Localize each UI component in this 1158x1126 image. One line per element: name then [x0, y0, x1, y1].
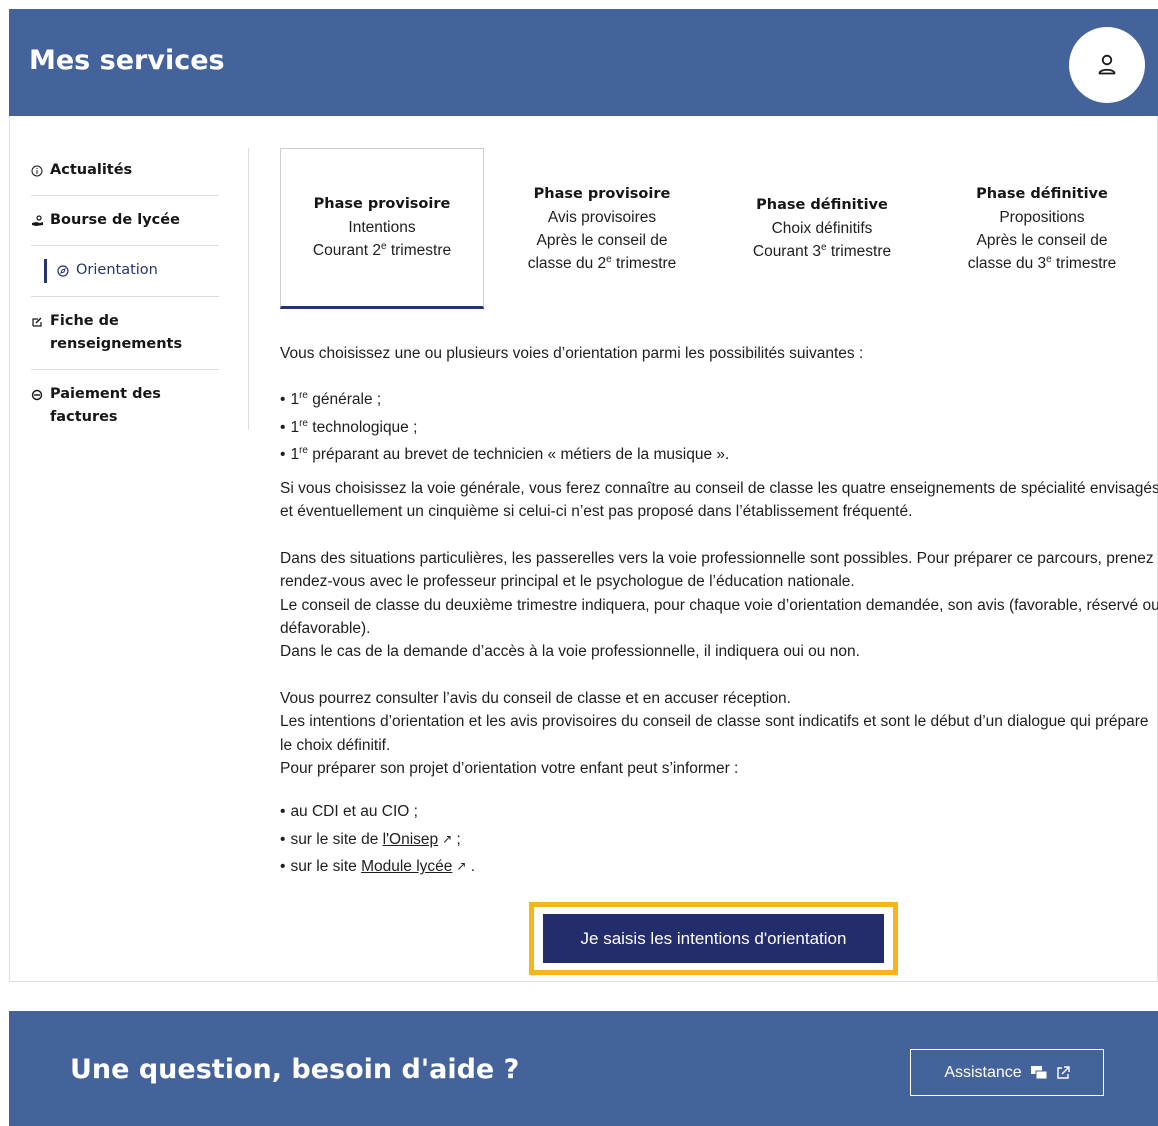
- support-icon: [1030, 1065, 1048, 1079]
- hand-coins-icon: [31, 209, 44, 232]
- sidebar-divider: [248, 148, 249, 430]
- tab-title: Phase définitive: [976, 185, 1108, 202]
- paragraph: Les intentions d’orientation et les avis…: [280, 713, 1149, 754]
- sidebar-item-actualites[interactable]: Actualités: [31, 146, 219, 196]
- list-item: au CDI et au CIO ;: [280, 798, 1158, 826]
- module-lycee-link[interactable]: Module lycée ↗: [361, 858, 466, 875]
- tab-subtitle: Avis provisoires: [547, 208, 657, 226]
- phase-tabs: Phase provisoire Intentions Courant 2e t…: [280, 148, 1158, 309]
- options-list: 1re générale ; 1re technologique ; 1re p…: [280, 386, 1158, 469]
- tab-period: Après le conseil de classe du 2e trimest…: [527, 231, 677, 272]
- tab-propositions[interactable]: Phase définitive Propositions Après le c…: [940, 148, 1144, 309]
- help-title: Une question, besoin d'aide ?: [70, 1054, 520, 1085]
- intro-text: Vous choisissez une ou plusieurs voies d…: [280, 345, 864, 362]
- external-link-icon: ↗: [442, 831, 453, 846]
- sidebar-item-paiement[interactable]: Paiement des factures: [31, 370, 219, 442]
- onisep-link[interactable]: l'Onisep ↗: [383, 831, 453, 848]
- tab-title: Phase définitive: [756, 197, 888, 213]
- orientation-content: Vous choisissez une ou plusieurs voies d…: [280, 342, 1158, 881]
- tab-title: Phase provisoire: [533, 185, 671, 202]
- help-footer: Une question, besoin d'aide ? Assistance: [9, 1011, 1158, 1126]
- tab-period: Après le conseil de classe du 3e trimest…: [967, 231, 1117, 272]
- sidebar-item-orientation[interactable]: Orientation: [31, 246, 219, 297]
- sidebar-item-label: Actualités: [50, 162, 133, 178]
- list-item: sur le site Module lycée↗ .: [280, 853, 1158, 881]
- tab-choix-definitifs[interactable]: Phase définitive Choix définitifs Couran…: [720, 148, 924, 309]
- submit-intentions-button[interactable]: Je saisis les intentions d'orientation: [543, 914, 884, 963]
- tab-intentions[interactable]: Phase provisoire Intentions Courant 2e t…: [280, 148, 484, 309]
- list-item: 1re préparant au brevet de technicien « …: [280, 441, 1158, 469]
- payment-icon: [31, 383, 44, 406]
- tab-period: Courant 3e trimestre: [752, 241, 892, 260]
- list-item: 1re technologique ;: [280, 414, 1158, 442]
- tab-subtitle: Intentions: [348, 219, 416, 236]
- tab-subtitle: Choix définitifs: [771, 220, 873, 237]
- paragraph: Si vous choisissez la voie générale, vou…: [280, 479, 1158, 521]
- sidebar-item-label: Fiche de renseignements: [50, 313, 183, 352]
- assistance-label: Assistance: [944, 1063, 1022, 1081]
- site-header: Mes services: [9, 9, 1158, 116]
- tab-period: Courant 2e trimestre: [312, 240, 452, 259]
- sidebar-item-label: Orientation: [76, 262, 158, 278]
- sidebar-item-bourse[interactable]: Bourse de lycée: [31, 196, 219, 246]
- info-list: au CDI et au CIO ; sur le site de l'Onis…: [280, 798, 1158, 881]
- list-item: 1re générale ;: [280, 386, 1158, 414]
- tab-title: Phase provisoire: [313, 196, 451, 212]
- paragraph: Dans le cas de la demande d’accès à la v…: [280, 643, 860, 661]
- paragraph: Le conseil de classe du deuxième trimest…: [280, 596, 1158, 637]
- active-indicator: [44, 259, 47, 283]
- cta-focus-ring: Je saisis les intentions d'orientation: [529, 902, 898, 975]
- compass-icon: [57, 259, 70, 282]
- info-icon: [31, 159, 44, 182]
- tab-avis-provisoires[interactable]: Phase provisoire Avis provisoires Après …: [500, 148, 704, 309]
- page-title: Mes services: [29, 45, 225, 76]
- assistance-button[interactable]: Assistance: [910, 1049, 1104, 1096]
- external-link-icon: [1056, 1065, 1070, 1079]
- paragraph: Pour préparer son projet d’orientation v…: [280, 759, 739, 777]
- edit-icon: [31, 310, 44, 333]
- account-button[interactable]: [1069, 27, 1145, 103]
- paragraph: Vous pourrez consulter l’avis du conseil…: [280, 689, 791, 707]
- sidebar-item-fiche[interactable]: Fiche de renseignements: [31, 297, 219, 370]
- sidebar-item-label: Paiement des factures: [50, 386, 161, 425]
- paragraph: Dans des situations particulières, les p…: [280, 549, 1154, 591]
- list-item: sur le site de l'Onisep↗ ;: [280, 826, 1158, 854]
- main-card: Actualités Bourse de lycée Orientation F…: [9, 116, 1158, 982]
- external-link-icon: ↗: [456, 859, 467, 874]
- tab-subtitle: Propositions: [999, 208, 1085, 226]
- sidebar-nav: Actualités Bourse de lycée Orientation F…: [31, 146, 219, 442]
- sidebar-item-label: Bourse de lycée: [50, 212, 180, 228]
- user-icon: [1098, 54, 1116, 75]
